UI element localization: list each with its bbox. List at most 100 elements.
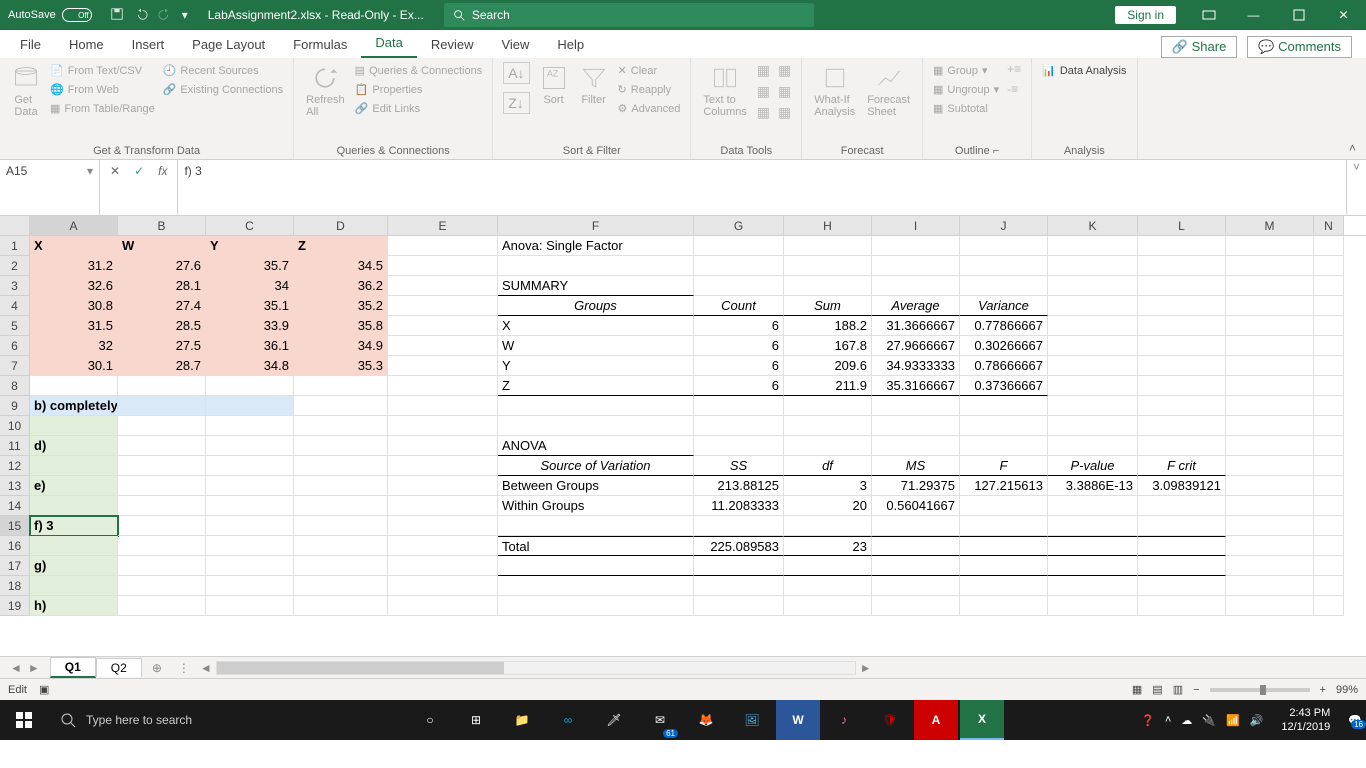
cell-J17[interactable] [960,556,1048,576]
cell-F9[interactable] [498,396,694,416]
worksheet-grid[interactable]: ABCDEFGHIJKLMN 1XWYZAnova: Single Factor… [0,216,1366,656]
cell-E16[interactable] [388,536,498,556]
cell-F17[interactable] [498,556,694,576]
sheet-tab-q1[interactable]: Q1 [50,657,96,678]
cell-H12[interactable]: df [784,456,872,476]
cell-N7[interactable] [1314,356,1344,376]
hide-detail-icon[interactable]: -≡ [1007,82,1021,96]
cell-F13[interactable]: Between Groups [498,476,694,496]
cell-M4[interactable] [1226,296,1314,316]
cell-K8[interactable] [1048,376,1138,396]
cell-K10[interactable] [1048,416,1138,436]
cell-M7[interactable] [1226,356,1314,376]
sign-in-button[interactable]: Sign in [1115,6,1176,24]
cell-E14[interactable] [388,496,498,516]
cell-M19[interactable] [1226,596,1314,616]
cell-A19[interactable]: h) [30,596,118,616]
cell-E3[interactable] [388,276,498,296]
cell-A9[interactable]: b) completely randomized design [30,396,118,416]
cell-F14[interactable]: Within Groups [498,496,694,516]
cell-M13[interactable] [1226,476,1314,496]
cell-J15[interactable] [960,516,1048,536]
prev-sheet-icon[interactable]: ◄ [10,661,22,675]
sort-desc-icon[interactable]: Z↓ [503,92,529,114]
cell-A6[interactable]: 32 [30,336,118,356]
cell-B10[interactable] [118,416,206,436]
save-icon[interactable] [110,7,124,24]
reapply-filter[interactable]: ↻ Reapply [618,81,681,98]
cell-L4[interactable] [1138,296,1226,316]
cell-N16[interactable] [1314,536,1344,556]
cell-F16[interactable]: Total [498,536,694,556]
cell-G16[interactable]: 225.089583 [694,536,784,556]
cell-D1[interactable]: Z [294,236,388,256]
zoom-out-icon[interactable]: − [1193,684,1199,696]
row-header-11[interactable]: 11 [0,436,30,456]
help-tray-icon[interactable]: ❓ [1141,714,1155,727]
cell-G15[interactable] [694,516,784,536]
cell-H18[interactable] [784,576,872,596]
sheet-tab-q2[interactable]: Q2 [96,658,142,677]
cell-B2[interactable]: 27.6 [118,256,206,276]
app-icon-2[interactable]: 🗡 [592,700,636,740]
row-header-6[interactable]: 6 [0,336,30,356]
cell-E7[interactable] [388,356,498,376]
cell-G18[interactable] [694,576,784,596]
cell-N4[interactable] [1314,296,1344,316]
cell-N3[interactable] [1314,276,1344,296]
cell-I5[interactable]: 31.3666667 [872,316,960,336]
cell-E1[interactable] [388,236,498,256]
cell-D16[interactable] [294,536,388,556]
cell-K5[interactable] [1048,316,1138,336]
word-icon[interactable]: W [776,700,820,740]
cell-E2[interactable] [388,256,498,276]
subtotal-button[interactable]: ▦ Subtotal [933,100,999,117]
cell-K6[interactable] [1048,336,1138,356]
cell-K2[interactable] [1048,256,1138,276]
cell-H9[interactable] [784,396,872,416]
relationships-icon[interactable]: ▦ [778,83,791,100]
cell-C4[interactable]: 35.1 [206,296,294,316]
cell-D9[interactable] [294,396,388,416]
cell-G11[interactable] [694,436,784,456]
formula-input[interactable]: f) 3 [178,160,1346,215]
cell-A7[interactable]: 30.1 [30,356,118,376]
cell-C7[interactable]: 34.8 [206,356,294,376]
cell-F10[interactable] [498,416,694,436]
row-header-4[interactable]: 4 [0,296,30,316]
cell-H3[interactable] [784,276,872,296]
from-text-csv[interactable]: 📄 From Text/CSV [50,62,155,79]
cell-G1[interactable] [694,236,784,256]
cell-H14[interactable]: 20 [784,496,872,516]
tab-file[interactable]: File [6,31,55,58]
cell-I11[interactable] [872,436,960,456]
cell-M14[interactable] [1226,496,1314,516]
cell-N13[interactable] [1314,476,1344,496]
volume-icon[interactable]: 🔊 [1250,714,1264,727]
cell-D17[interactable] [294,556,388,576]
cell-C8[interactable] [206,376,294,396]
cell-M3[interactable] [1226,276,1314,296]
cell-J5[interactable]: 0.77866667 [960,316,1048,336]
cell-F12[interactable]: Source of Variation [498,456,694,476]
cell-E13[interactable] [388,476,498,496]
whatif-button[interactable]: What-If Analysis [812,62,857,120]
cell-E10[interactable] [388,416,498,436]
cell-M18[interactable] [1226,576,1314,596]
cell-I2[interactable] [872,256,960,276]
search-box[interactable]: Search [444,3,814,27]
close-icon[interactable]: ✕ [1321,0,1366,30]
cell-G3[interactable] [694,276,784,296]
row-header-12[interactable]: 12 [0,456,30,476]
cell-N5[interactable] [1314,316,1344,336]
col-header-I[interactable]: I [872,216,960,235]
queries-connections[interactable]: ▤ Queries & Connections [355,62,483,79]
cell-I16[interactable] [872,536,960,556]
cell-J11[interactable] [960,436,1048,456]
cell-A17[interactable]: g) [30,556,118,576]
edit-links[interactable]: 🔗 Edit Links [355,100,483,117]
cell-G12[interactable]: SS [694,456,784,476]
share-button[interactable]: 🔗 Share [1161,36,1238,58]
cell-A10[interactable] [30,416,118,436]
cell-H5[interactable]: 188.2 [784,316,872,336]
